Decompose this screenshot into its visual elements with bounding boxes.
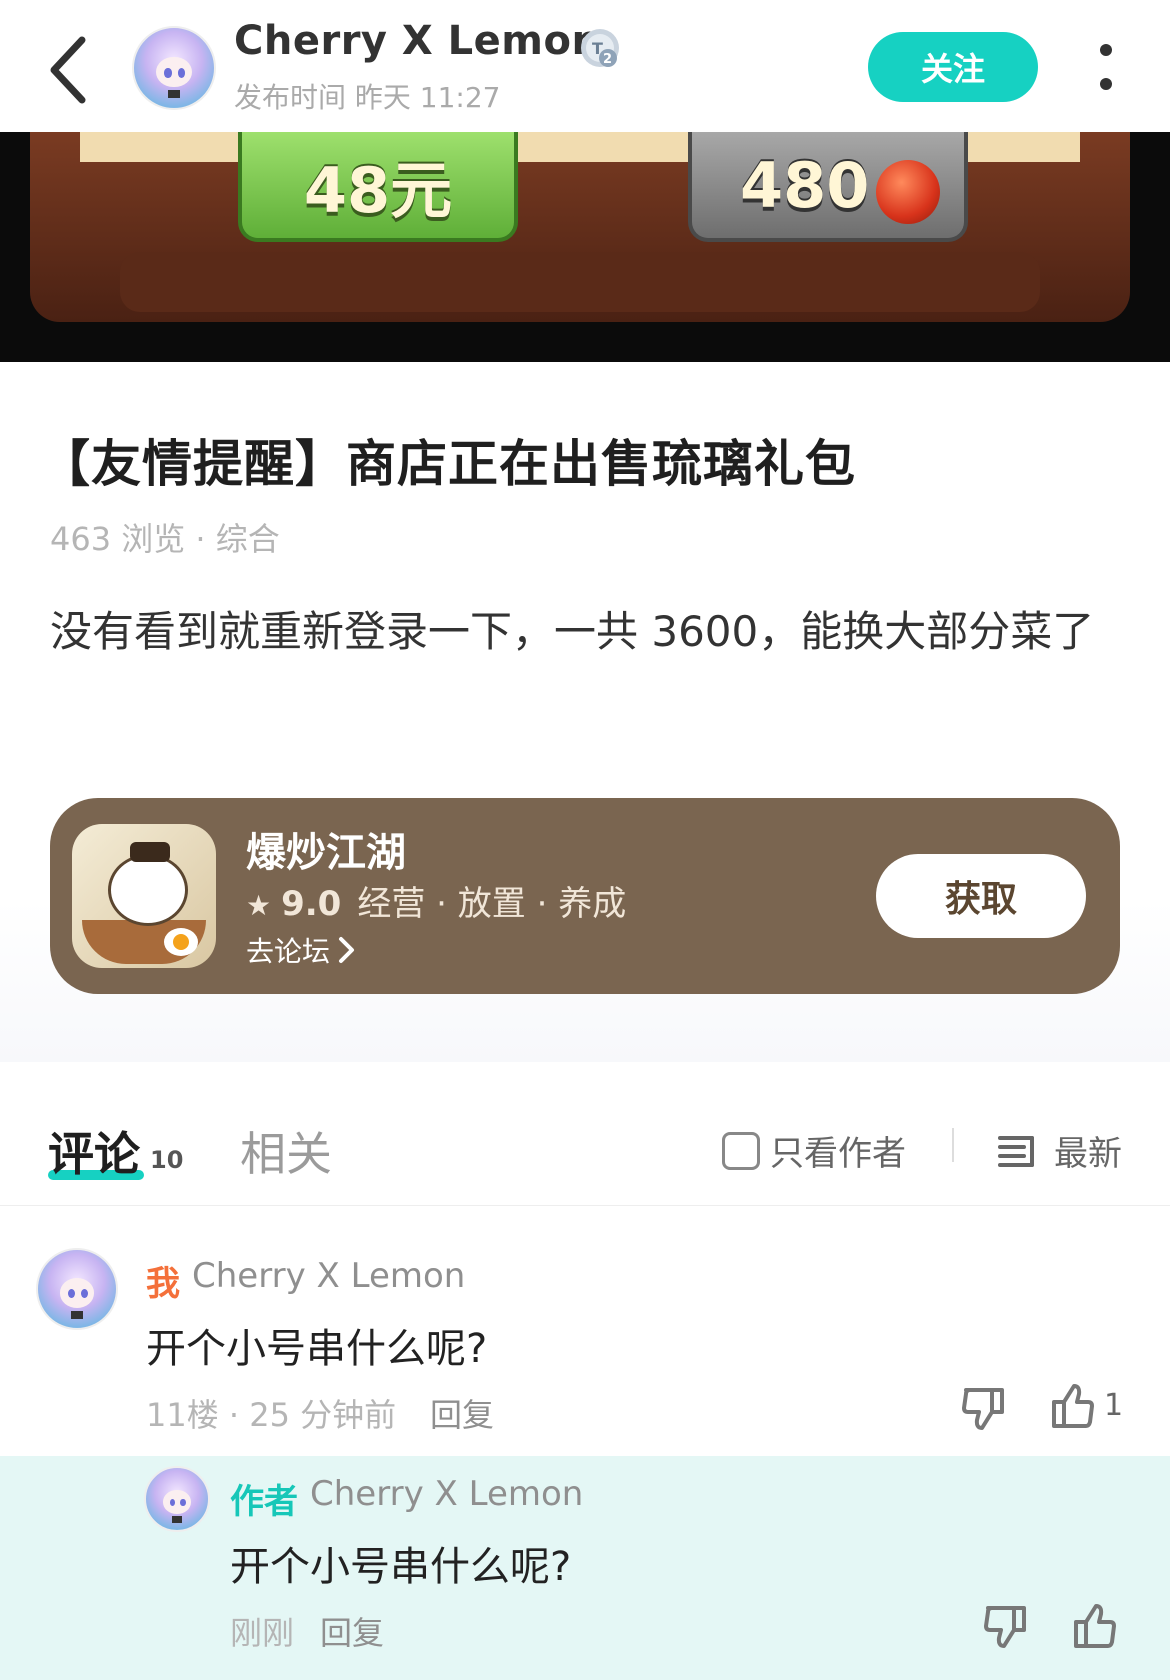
comments-count: 10: [150, 1146, 184, 1174]
post-meta: 463 浏览 · 综合: [50, 520, 280, 558]
chevron-left-icon: [50, 36, 86, 104]
post-time: 发布时间 昨天 11:27: [234, 81, 501, 114]
sort-label: 最新: [1054, 1134, 1122, 1174]
only-author-checkbox[interactable]: [722, 1131, 760, 1170]
commenter-name[interactable]: Cherry X Lemon: [192, 1256, 465, 1296]
go-to-forum-label: 去论坛: [246, 935, 331, 968]
comment-text: 开个小号串什么呢?: [146, 1326, 488, 1372]
more-options-button[interactable]: [1090, 40, 1120, 96]
divider: [952, 1128, 954, 1162]
like-count: 1: [1104, 1388, 1124, 1423]
sort-button[interactable]: 最新: [998, 1126, 1122, 1175]
comment-meta: 11楼 · 25 分钟前: [146, 1396, 397, 1434]
comment-reply-button[interactable]: 回复: [430, 1390, 494, 1436]
candied-apple-icon: [876, 160, 940, 224]
thumbs-up-icon[interactable]: [1046, 1380, 1098, 1432]
author-avatar[interactable]: [132, 26, 216, 110]
reply-time: 刚刚: [230, 1614, 295, 1652]
thumbs-down-icon[interactable]: [958, 1382, 1010, 1434]
thumbs-down-icon[interactable]: [980, 1600, 1032, 1652]
reply-author-name[interactable]: Cherry X Lemon: [310, 1474, 583, 1514]
only-author-label: 只看作者: [770, 1134, 906, 1174]
chevron-right-icon: [339, 937, 355, 963]
game-rating: ★ 9.0 经营 · 放置 · 养成: [246, 876, 626, 925]
game-score: 9.0: [281, 884, 342, 924]
post-image[interactable]: 48元 480: [0, 132, 1170, 362]
thumbs-up-icon[interactable]: [1068, 1600, 1120, 1652]
price-tag-apples-value: 480: [740, 148, 870, 222]
post-body: 没有看到就重新登录一下，一共 3600，能换大部分菜了: [50, 607, 1095, 656]
more-vertical-icon: [1100, 44, 1112, 56]
follow-button[interactable]: 关注: [868, 32, 1038, 102]
me-tag: 我: [146, 1264, 180, 1304]
price-tag-yuan: 48元: [238, 132, 518, 242]
only-author-toggle[interactable]: 只看作者: [722, 1126, 906, 1175]
commenter-avatar[interactable]: [36, 1248, 118, 1330]
comment-tabs: 评论 10 相关 只看作者 最新: [0, 1062, 1170, 1206]
author-tag: 作者: [230, 1482, 298, 1522]
post-title: 【友情提醒】商店正在出售琉璃礼包: [40, 435, 856, 493]
reply-author-avatar[interactable]: [144, 1466, 210, 1532]
price-tag-apples: 480: [688, 132, 968, 242]
go-to-forum-link[interactable]: 去论坛: [246, 930, 358, 970]
back-button[interactable]: [40, 30, 100, 110]
tab-comments[interactable]: 评论: [48, 1118, 140, 1184]
svg-text:2: 2: [603, 52, 612, 67]
game-tags: 经营 · 放置 · 养成: [357, 884, 627, 924]
get-game-button[interactable]: 获取: [876, 854, 1086, 938]
star-icon: ★: [246, 889, 272, 922]
game-name[interactable]: 爆炒江湖: [246, 820, 406, 878]
level-badge-icon: T 2: [581, 29, 619, 67]
reply-reply-button[interactable]: 回复: [320, 1608, 384, 1654]
reply-text: 开个小号串什么呢?: [230, 1544, 572, 1590]
tab-related[interactable]: 相关: [240, 1118, 332, 1184]
game-icon[interactable]: [72, 824, 216, 968]
post-header: Cherry X Lemon T 2 发布时间 昨天 11:27 关注: [0, 0, 1170, 132]
author-name[interactable]: Cherry X Lemon: [234, 18, 600, 64]
sort-list-icon: [998, 1135, 1034, 1167]
game-card[interactable]: 爆炒江湖 ★ 9.0 经营 · 放置 · 养成 去论坛 获取: [50, 798, 1120, 994]
